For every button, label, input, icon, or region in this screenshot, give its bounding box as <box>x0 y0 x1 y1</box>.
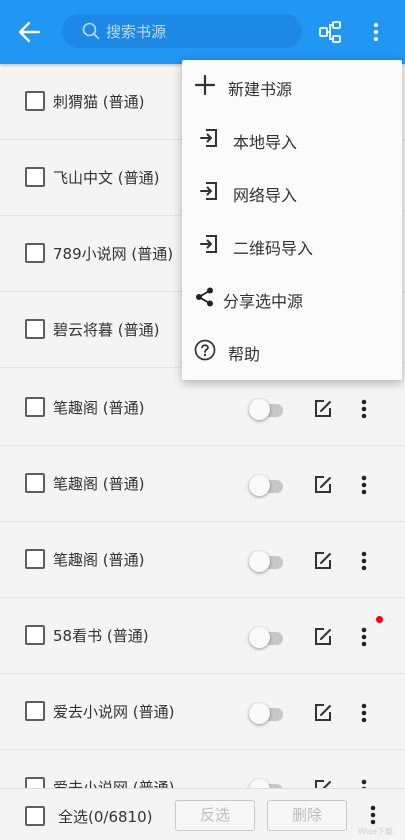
source-name: 刺猬猫 (普通) <box>53 93 145 111</box>
row-more-button[interactable] <box>355 624 373 650</box>
list-item[interactable]: 笔趣阁 (普通) <box>0 522 405 598</box>
source-name: 飞山中文 (普通) <box>53 169 160 187</box>
edit-icon <box>315 780 331 788</box>
more-vertical-icon <box>361 551 367 571</box>
import-icon <box>200 129 217 147</box>
more-vertical-icon <box>361 399 367 419</box>
more-vertical-icon <box>370 805 376 825</box>
edit-button[interactable] <box>313 399 333 419</box>
edit-button[interactable] <box>313 703 333 723</box>
plus-icon <box>194 74 216 96</box>
enable-switch[interactable] <box>249 475 285 497</box>
row-checkbox[interactable] <box>25 473 45 493</box>
row-checkbox[interactable] <box>25 777 45 788</box>
list-item[interactable]: 爱去小说网 (普通) <box>0 674 405 750</box>
source-name: 58看书 (普通) <box>53 627 149 645</box>
search-box[interactable] <box>62 14 302 50</box>
bottom-action-bar: 全选(0/6810) 反选 删除 <box>0 788 405 840</box>
source-name: 爱去小说网 (普通) <box>53 779 175 788</box>
row-checkbox[interactable] <box>25 243 45 263</box>
import-icon <box>200 235 217 253</box>
source-name: 笔趣阁 (普通) <box>53 551 145 569</box>
source-name: 789小说网 (普通) <box>53 245 174 263</box>
row-checkbox[interactable] <box>25 625 45 645</box>
arrow-left-icon <box>18 21 41 43</box>
edit-icon <box>315 552 331 569</box>
row-checkbox[interactable] <box>25 167 45 187</box>
edit-button[interactable] <box>313 779 333 788</box>
menu-item-share-selected[interactable]: 分享选中源 <box>182 272 402 325</box>
help-icon <box>194 339 216 361</box>
source-name: 碧云将暮 (普通) <box>53 321 160 339</box>
edit-icon <box>315 476 331 493</box>
delete-button[interactable]: 删除 <box>267 800 347 831</box>
invert-selection-button[interactable]: 反选 <box>175 800 255 831</box>
search-input[interactable] <box>104 14 298 50</box>
row-checkbox[interactable] <box>25 319 45 339</box>
menu-item-label: 网络导入 <box>233 186 298 205</box>
row-checkbox[interactable] <box>25 701 45 721</box>
row-checkbox[interactable] <box>25 397 45 417</box>
menu-item-new-source[interactable]: 新建书源 <box>182 60 402 113</box>
enable-switch[interactable] <box>249 627 285 649</box>
enable-switch[interactable] <box>249 399 285 421</box>
row-more-button[interactable] <box>355 472 373 498</box>
menu-item-label: 新建书源 <box>228 80 293 99</box>
search-icon <box>82 22 100 40</box>
edit-icon <box>315 400 331 417</box>
edit-icon <box>315 704 331 721</box>
more-vertical-icon <box>361 475 367 495</box>
enable-switch[interactable] <box>249 551 285 573</box>
bottom-more-button[interactable] <box>364 802 382 828</box>
edit-button[interactable] <box>313 627 333 647</box>
more-vertical-icon <box>373 22 379 42</box>
more-vertical-icon <box>361 779 367 788</box>
import-icon <box>200 182 217 200</box>
row-checkbox[interactable] <box>25 549 45 569</box>
edit-icon <box>315 628 331 645</box>
menu-item-label: 分享选中源 <box>223 292 304 311</box>
source-name: 笔趣阁 (普通) <box>53 475 145 493</box>
more-vertical-icon <box>361 627 367 647</box>
list-item[interactable]: 爱去小说网 (普通) <box>0 750 405 788</box>
more-vertical-icon <box>361 703 367 723</box>
list-item[interactable]: 笔趣阁 (普通) <box>0 370 405 446</box>
row-more-button[interactable] <box>355 700 373 726</box>
group-tree-icon <box>319 21 341 43</box>
menu-item-help[interactable]: 帮助 <box>182 325 402 378</box>
menu-item-label: 二维码导入 <box>233 239 314 258</box>
menu-item-qrcode-import[interactable]: 二维码导入 <box>182 219 402 272</box>
share-icon <box>196 287 213 307</box>
menu-item-label: 本地导入 <box>233 133 298 152</box>
row-more-button[interactable] <box>355 396 373 422</box>
group-button[interactable] <box>318 20 342 44</box>
row-more-button[interactable] <box>355 548 373 574</box>
edit-button[interactable] <box>313 475 333 495</box>
enable-switch[interactable] <box>249 779 285 788</box>
source-name: 笔趣阁 (普通) <box>53 399 145 417</box>
edit-button[interactable] <box>313 551 333 571</box>
list-item[interactable]: 58看书 (普通) <box>0 598 405 674</box>
menu-item-label: 帮助 <box>228 345 261 364</box>
select-all-label[interactable]: 全选(0/6810) <box>58 806 152 827</box>
row-checkbox[interactable] <box>25 91 45 111</box>
row-more-button[interactable] <box>355 776 373 788</box>
overflow-menu: 新建书源 本地导入 网络导入 二维码导入 分享选中源 帮助 <box>182 60 402 380</box>
source-name: 爱去小说网 (普通) <box>53 703 175 721</box>
back-button[interactable] <box>14 18 44 46</box>
watermark: Wise下载 <box>358 827 394 836</box>
update-badge <box>376 616 383 623</box>
menu-item-local-import[interactable]: 本地导入 <box>182 113 402 166</box>
top-app-bar <box>0 0 405 64</box>
enable-switch[interactable] <box>249 703 285 725</box>
select-all-checkbox[interactable] <box>25 806 45 826</box>
menu-item-network-import[interactable]: 网络导入 <box>182 166 402 219</box>
list-item[interactable]: 笔趣阁 (普通) <box>0 446 405 522</box>
more-options-button[interactable] <box>364 18 388 46</box>
